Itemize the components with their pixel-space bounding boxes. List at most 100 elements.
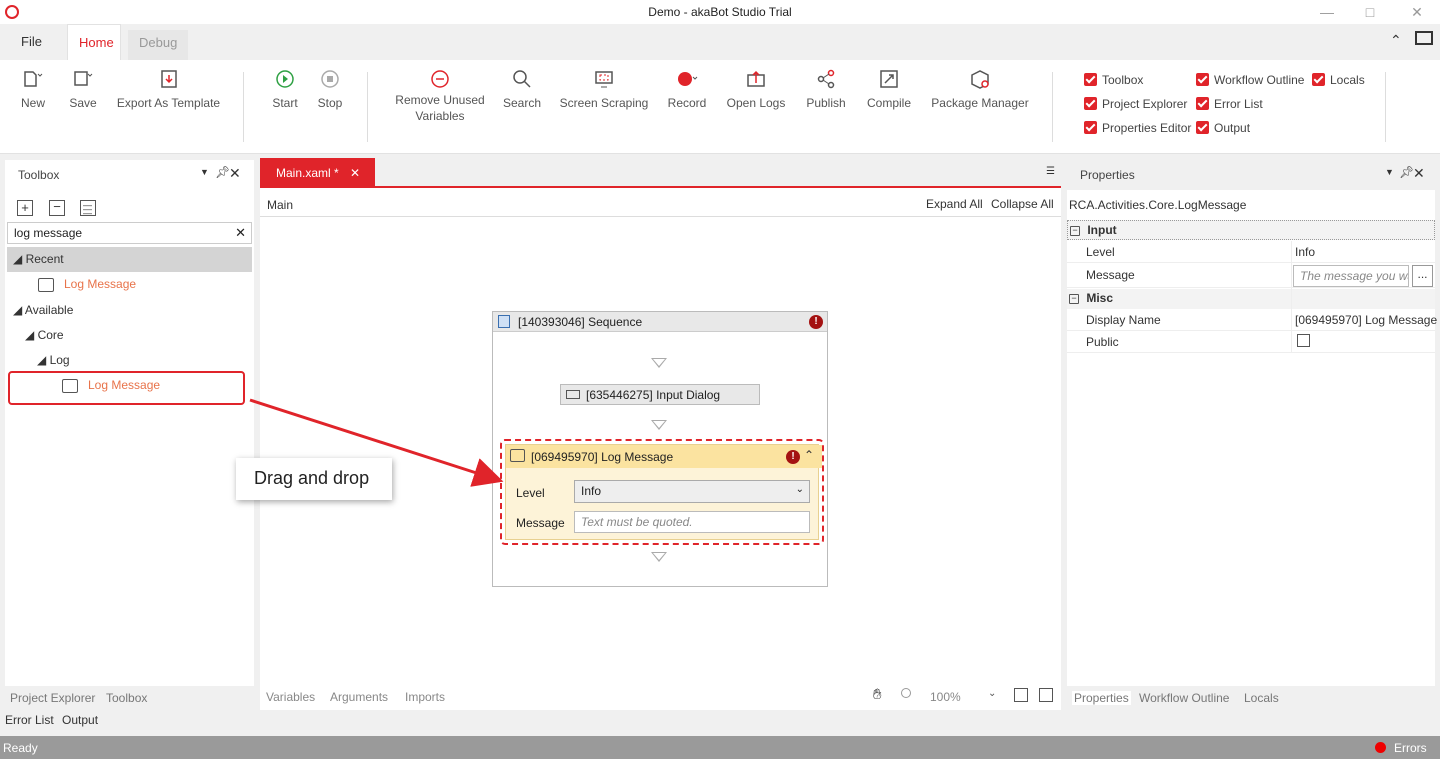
checkbox-locals[interactable]: Locals <box>1312 73 1365 91</box>
public-checkbox[interactable] <box>1297 334 1310 347</box>
close-icon[interactable]: ✕ <box>1402 2 1432 22</box>
screen-scraping-label: Screen Scraping <box>559 96 649 110</box>
collapse-all-icon[interactable]: − <box>49 200 65 216</box>
maximize-icon[interactable]: □ <box>1355 2 1385 22</box>
close-panel-icon[interactable]: ✕ <box>1413 165 1425 182</box>
expand-all-icon[interactable]: + <box>17 200 33 216</box>
breadcrumb[interactable]: Main <box>267 198 293 212</box>
tab-output[interactable]: Output <box>62 713 98 727</box>
checkbox-project-explorer[interactable]: Project Explorer <box>1084 97 1187 115</box>
hand-tool-icon[interactable]: ✋︎ <box>873 686 882 703</box>
chat-icon[interactable] <box>1415 31 1433 45</box>
tree-recent[interactable]: ◢ Recent <box>7 247 252 272</box>
input-category[interactable]: − Input <box>1067 220 1435 240</box>
log-message-activity[interactable]: [069495970] Log Message ! ⌃ Level Info ⌄… <box>500 439 824 545</box>
error-icon: ! <box>809 315 823 329</box>
level-select[interactable]: Info ⌄ <box>574 480 810 503</box>
prop-level-row: Level Info <box>1067 241 1435 263</box>
dropdown-icon[interactable]: ▼ <box>1385 167 1394 177</box>
tab-home[interactable]: Home <box>67 24 121 60</box>
tree-core-label: Core <box>37 328 64 342</box>
fit-screen-icon[interactable] <box>1014 688 1028 702</box>
compile-button[interactable]: Compile <box>864 68 914 110</box>
open-logs-button[interactable]: Open Logs <box>725 68 787 110</box>
tab-locals[interactable]: Locals <box>1244 691 1279 705</box>
tab-menu-icon[interactable]: ☰ <box>1046 166 1055 177</box>
package-manager-label: Package Manager <box>931 96 1029 110</box>
tab-error-list[interactable]: Error List <box>5 713 54 727</box>
tab-imports[interactable]: Imports <box>405 690 445 704</box>
toolbox-search-input[interactable]: log message ✕ <box>7 222 252 244</box>
tab-toolbox[interactable]: Toolbox <box>106 691 147 705</box>
start-button[interactable]: Start <box>270 68 300 110</box>
collapse-ribbon-icon[interactable]: ⌃ <box>1390 32 1402 49</box>
tab-file[interactable]: File <box>10 24 53 60</box>
checkbox-checked-icon <box>1084 73 1097 86</box>
log-message-title: [069495970] Log Message <box>531 450 674 464</box>
prop-display-name-row: Display Name [069495970] Log Message <box>1067 309 1437 331</box>
tab-main-xaml[interactable]: Main.xaml * ✕ <box>260 158 375 188</box>
pin-icon[interactable]: 📌︎ <box>1399 165 1414 179</box>
tab-properties[interactable]: Properties <box>1072 691 1131 705</box>
overview-icon[interactable] <box>1039 688 1053 702</box>
prop-display-name-value[interactable]: [069495970] Log Message <box>1295 309 1437 331</box>
record-icon <box>678 72 698 86</box>
prop-message-row: Message The message you wa ... <box>1067 264 1435 288</box>
dropdown-icon[interactable]: ▼ <box>200 167 209 177</box>
publish-button[interactable]: Publish <box>805 68 847 110</box>
tab-project-explorer[interactable]: Project Explorer <box>10 691 95 705</box>
tab-variables[interactable]: Variables <box>266 690 315 704</box>
tree-recent-log-message[interactable]: Log Message <box>38 272 136 297</box>
collapse-activity-icon[interactable]: ⌃ <box>804 448 814 462</box>
pin-icon[interactable]: 📌︎ <box>215 165 230 179</box>
clear-search-icon[interactable]: ✕ <box>235 223 246 243</box>
input-dialog-activity[interactable]: [635446275] Input Dialog <box>560 384 760 405</box>
package-manager-button[interactable]: Package Manager <box>930 68 1030 110</box>
collapse-all-link[interactable]: Collapse All <box>991 197 1054 211</box>
checkbox-properties-editor[interactable]: Properties Editor <box>1084 121 1191 139</box>
tree-available[interactable]: ◢ Available <box>13 298 73 323</box>
checkbox-label: Locals <box>1330 73 1365 87</box>
checkbox-workflow-outline[interactable]: Workflow Outline <box>1196 73 1304 91</box>
close-tab-icon[interactable]: ✕ <box>350 166 360 180</box>
new-button[interactable]: New <box>18 68 48 110</box>
stop-button[interactable]: Stop <box>315 68 345 110</box>
errors-status-label[interactable]: Errors <box>1394 741 1427 755</box>
zoom-level[interactable]: 100% <box>930 690 961 704</box>
list-view-icon[interactable]: — — — <box>80 200 96 218</box>
status-bar: Ready Errors <box>0 736 1440 759</box>
ellipsis-button[interactable]: ... <box>1412 265 1433 287</box>
close-panel-icon[interactable]: ✕ <box>229 165 241 182</box>
checkbox-output[interactable]: Output <box>1196 121 1250 139</box>
tree-core[interactable]: ◢ Core <box>25 323 64 348</box>
search-button[interactable]: Search <box>502 68 542 110</box>
prop-message-input[interactable]: The message you wa <box>1293 265 1409 287</box>
input-dialog-title: [635446275] Input Dialog <box>586 388 721 402</box>
sequence-activity[interactable]: [140393046] Sequence ! [635446275] Input… <box>492 311 828 587</box>
record-button[interactable]: Record <box>666 68 708 110</box>
tab-debug[interactable]: Debug <box>128 30 188 60</box>
tree-log[interactable]: ◢ Log <box>37 348 70 373</box>
message-input[interactable]: Text must be quoted. <box>574 511 810 533</box>
misc-category[interactable]: − Misc <box>1067 289 1435 309</box>
screen-scraping-icon <box>595 71 613 88</box>
tab-workflow-outline[interactable]: Workflow Outline <box>1139 691 1229 705</box>
collapse-icon: − <box>1070 225 1080 236</box>
prop-public-row: Public <box>1067 331 1435 353</box>
prop-level-value[interactable]: Info <box>1295 241 1315 263</box>
screen-scraping-button[interactable]: Screen Scraping <box>558 68 650 110</box>
expand-all-link[interactable]: Expand All <box>926 197 983 211</box>
checkbox-toolbox[interactable]: Toolbox <box>1084 73 1143 91</box>
zoom-icon[interactable] <box>901 688 911 698</box>
tab-arguments[interactable]: Arguments <box>330 690 388 704</box>
zoom-dropdown-icon[interactable]: ⌄ <box>988 688 996 699</box>
remove-unused-variables-button[interactable]: Remove Unused Variables <box>390 68 490 124</box>
ribbon-separator <box>1385 72 1386 142</box>
checkbox-error-list[interactable]: Error List <box>1196 97 1263 115</box>
save-button[interactable]: Save <box>68 68 98 110</box>
minimize-icon[interactable]: — <box>1312 2 1342 22</box>
sequence-title: [140393046] Sequence <box>518 315 643 329</box>
level-label: Level <box>516 486 545 500</box>
export-template-button[interactable]: Export As Template <box>116 68 221 110</box>
drop-arrow-inner <box>653 553 665 560</box>
